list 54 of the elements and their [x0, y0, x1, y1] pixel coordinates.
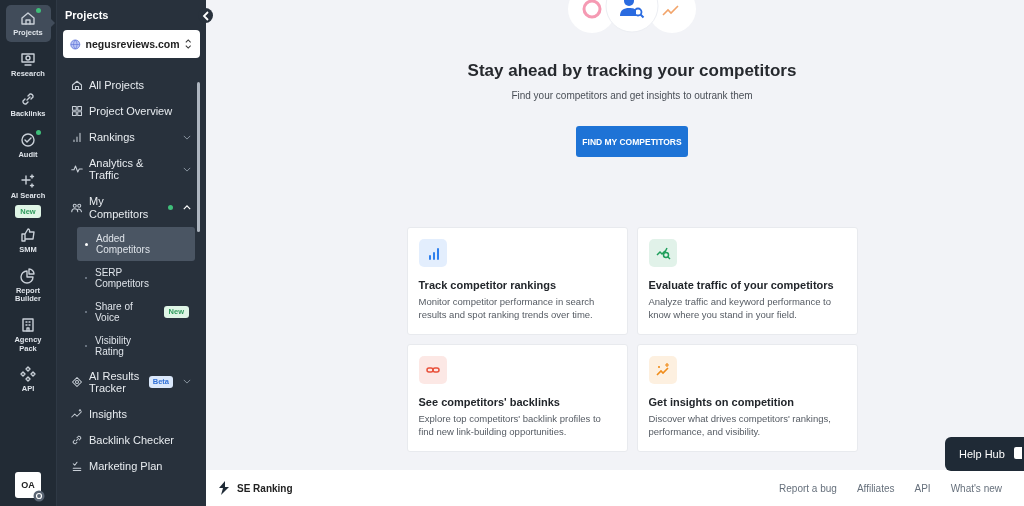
card-text: Monitor competitor performance in search results and spot ranking trends over time. [418, 295, 596, 322]
sidebar-item[interactable]: Insights [63, 400, 195, 427]
grid-icon [71, 105, 83, 118]
card-title: Evaluate traffic of your competitors [648, 279, 835, 291]
card-title: Track competitor rankings [418, 279, 558, 291]
sparkle-icon [20, 172, 36, 189]
sidebar-title: Projects [64, 9, 110, 21]
globe-icon [70, 37, 81, 51]
footer-link[interactable]: What's new [950, 482, 1002, 494]
checklist-icon [71, 460, 83, 473]
logo-icon [218, 481, 230, 495]
help-hub-button[interactable]: Help Hub [945, 437, 1024, 471]
footer-link[interactable]: Affiliates [856, 482, 895, 494]
card-title: See competitors' backlinks [418, 396, 561, 408]
sidebar-item[interactable]: Backlink Checker [63, 426, 195, 454]
sidebar-item[interactable]: My Competitors [63, 188, 195, 227]
sidebar-item[interactable]: All Projects [63, 72, 195, 99]
check-circle-icon [20, 131, 36, 148]
trend-icon [71, 407, 83, 420]
card-title: Get insights on competition [648, 396, 795, 408]
find-competitors-button[interactable]: FIND MY COMPETITORS [576, 126, 688, 157]
sidebar-item[interactable]: Marketing Plan [63, 453, 195, 480]
settings-icon [33, 490, 45, 502]
footer-link[interactable]: Report a bug [779, 482, 837, 494]
pie-chart-icon [20, 267, 36, 284]
scrollbar[interactable] [197, 82, 200, 232]
thumbs-up-icon [20, 227, 36, 244]
sidebar-item[interactable]: Project Overview [63, 98, 195, 125]
monitor-icon [20, 50, 36, 67]
building-icon [20, 317, 36, 333]
sidebar-subitem[interactable]: Added Competitors [77, 226, 195, 261]
card-text: Analyze traffic and keyword performance to know where you stand in your field. [648, 295, 833, 322]
project-selector[interactable]: negusreviews.com [63, 30, 200, 58]
people-icon [71, 201, 83, 214]
updown-icon [184, 38, 191, 50]
sidebar-item[interactable]: Rankings [63, 124, 195, 151]
sidebar-subitem[interactable]: SERP Competitors [77, 260, 195, 295]
page-subtitle: Find your competitors and get insights to outrank them [511, 90, 753, 101]
card-text: Explore top competitors' backlink profiles to find new link-building opportunities. [418, 412, 602, 439]
house-icon [20, 10, 36, 26]
bar-chart-icon [71, 131, 83, 144]
network-icon [71, 375, 83, 388]
house-icon [71, 79, 83, 92]
api-icon [20, 366, 36, 383]
sidebar-item[interactable]: Analytics & Traffic [63, 150, 195, 189]
link-icon [20, 91, 36, 108]
footer-link[interactable]: API [914, 482, 931, 494]
card-text: Discover what drives competitors' rankings, performance, and visibility. [648, 412, 832, 439]
link-icon [71, 434, 83, 446]
brand-name: SE Ranking [237, 482, 293, 494]
sidebar-subitem[interactable]: Visibility Rating [77, 328, 195, 363]
chevron-left-icon [201, 10, 210, 21]
page-heading: Stay ahead by tracking your competitors [467, 61, 797, 81]
pulse-icon [71, 163, 83, 176]
